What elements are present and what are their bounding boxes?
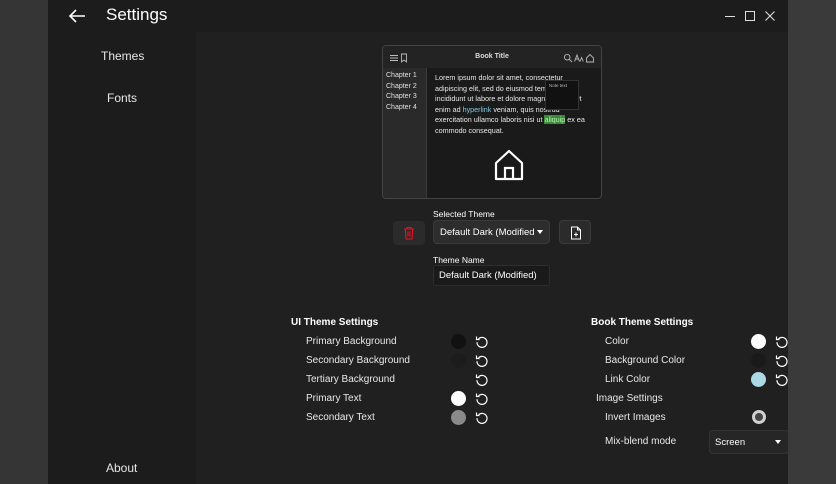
chevron-down-icon: [775, 440, 781, 444]
ui-theme-settings-title: UI Theme Settings: [291, 317, 379, 328]
background-left: [0, 0, 48, 484]
theme-name-value: Default Dark (Modified): [439, 270, 537, 281]
book-background-color-swatch[interactable]: [751, 353, 766, 368]
book-color-swatch[interactable]: [751, 334, 766, 349]
search-icon: [563, 53, 573, 63]
link-color-label: Link Color: [605, 374, 651, 385]
reset-icon[interactable]: [475, 411, 489, 425]
background-right: [788, 0, 836, 484]
selected-theme-label: Selected Theme: [433, 209, 495, 219]
reset-icon[interactable]: [475, 392, 489, 406]
title-bar: Settings: [48, 0, 788, 32]
image-settings-label: Image Settings: [596, 393, 663, 404]
preview-toolbar: Book Title: [383, 46, 601, 68]
mix-blend-mode-value: Screen: [715, 437, 746, 448]
secondary-background-swatch[interactable]: [451, 353, 466, 368]
tertiary-background-swatch[interactable]: [451, 372, 466, 387]
invert-images-toggle[interactable]: [752, 410, 766, 424]
settings-sidebar: Themes Fonts About: [48, 32, 196, 484]
preview-highlight: aliquip: [544, 115, 566, 125]
theme-name-label: Theme Name: [433, 255, 485, 265]
trash-icon: [404, 226, 414, 240]
reset-icon[interactable]: [775, 373, 788, 387]
mix-blend-mode-label: Mix-blend mode: [605, 436, 677, 447]
maximize-icon[interactable]: [742, 8, 758, 24]
delete-theme-button[interactable]: [393, 221, 425, 245]
reset-icon[interactable]: [475, 335, 489, 349]
primary-background-swatch[interactable]: [451, 334, 466, 349]
theme-name-input[interactable]: Default Dark (Modified): [433, 265, 550, 286]
minimize-icon[interactable]: [722, 8, 738, 24]
link-color-swatch[interactable]: [751, 372, 766, 387]
window-title: Settings: [106, 5, 168, 24]
theme-dropdown[interactable]: Default Dark (Modified): [433, 220, 550, 244]
sidebar-item-about[interactable]: About: [106, 461, 137, 475]
sidebar-item-fonts[interactable]: Fonts: [107, 91, 137, 105]
reset-icon[interactable]: [475, 354, 489, 368]
reset-icon[interactable]: [475, 373, 489, 387]
primary-background-label: Primary Background: [306, 336, 397, 347]
secondary-text-swatch[interactable]: [451, 410, 466, 425]
back-arrow-icon[interactable]: [66, 6, 88, 26]
book-color-label: Color: [605, 336, 629, 347]
preview-note-popup: Note text: [545, 80, 579, 110]
invert-images-label: Invert Images: [605, 412, 666, 423]
font-size-icon: [574, 53, 584, 62]
preview-chapter: Chapter 3: [386, 93, 417, 100]
reset-icon[interactable]: [775, 354, 788, 368]
tertiary-background-label: Tertiary Background: [306, 374, 395, 385]
theme-preview: Book Title Chapter 1 Chapter 2 Chapter 3…: [382, 45, 602, 199]
preview-chapter-list: Chapter 1 Chapter 2 Chapter 3 Chapter 4: [383, 68, 427, 198]
preview-chapter: Chapter 1: [386, 72, 417, 79]
book-theme-settings-title: Book Theme Settings: [591, 317, 694, 328]
primary-text-swatch[interactable]: [451, 391, 466, 406]
preview-hyperlink: hyperlink: [462, 104, 492, 114]
home-icon: [586, 53, 594, 63]
export-theme-button[interactable]: [559, 220, 591, 244]
secondary-background-label: Secondary Background: [306, 355, 410, 366]
file-add-icon: [571, 226, 581, 240]
book-background-color-label: Background Color: [605, 355, 686, 366]
sidebar-item-themes[interactable]: Themes: [101, 49, 144, 63]
chevron-down-icon: [537, 230, 543, 234]
preview-chapter: Chapter 4: [386, 103, 417, 111]
close-icon[interactable]: [762, 8, 778, 24]
primary-text-label: Primary Text: [306, 393, 362, 404]
reset-icon[interactable]: [775, 335, 788, 349]
preview-chapter: Chapter 2: [386, 82, 417, 90]
mix-blend-mode-dropdown[interactable]: Screen: [709, 430, 788, 454]
preview-note-text: Note text: [549, 83, 568, 88]
home-icon: [494, 149, 524, 181]
secondary-text-label: Secondary Text: [306, 412, 375, 423]
themes-panel: Book Title Chapter 1 Chapter 2 Chapter 3…: [196, 32, 788, 484]
theme-dropdown-value: Default Dark (Modified): [440, 227, 534, 238]
settings-window: Settings Themes Fonts About Book Title C…: [48, 0, 788, 484]
